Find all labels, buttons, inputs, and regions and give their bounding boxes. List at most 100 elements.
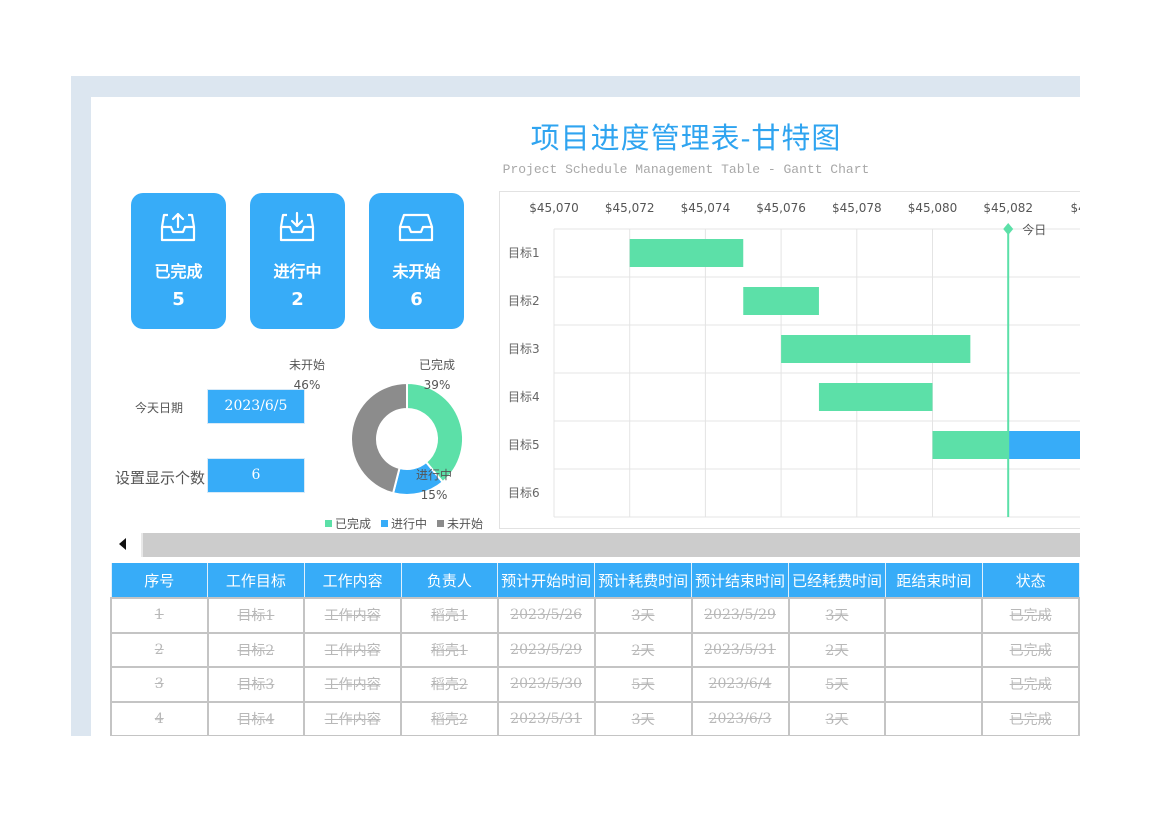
table-cell[interactable]: 目标3 — [206, 666, 306, 703]
table-cell[interactable]: 目标1 — [206, 597, 306, 634]
table-cell[interactable]: 工作内容 — [303, 597, 402, 634]
donut-legend: 已完成 进行中 未开始 — [325, 515, 483, 532]
table-cell[interactable] — [884, 631, 984, 668]
x-tick-label: $45,070 — [529, 201, 579, 215]
display-count-label: 设置显示个数 — [115, 469, 206, 487]
table-cell[interactable] — [884, 597, 984, 634]
table-cell[interactable]: 2023/5/26 — [496, 597, 596, 634]
table-cell[interactable]: 2023/6/3 — [690, 700, 790, 736]
column-header[interactable]: 状态 — [981, 563, 1080, 598]
table-row[interactable]: 4 目标4 工作内容 稻壳2 2023/5/31 3天 2023/6/3 3天 已完成 — [110, 700, 1080, 736]
table-cell[interactable]: 稻壳2 — [400, 700, 499, 736]
table-cell[interactable]: 2023/5/29 — [496, 631, 596, 668]
column-header[interactable]: 预计耗费时间 — [594, 563, 693, 598]
page-title: 项目进度管理表-甘特图 — [530, 121, 842, 155]
legend-swatch — [437, 520, 445, 527]
table-cell[interactable]: 3天 — [787, 597, 887, 634]
column-header[interactable]: 预计结束时间 — [691, 563, 789, 598]
table-cell[interactable]: 3 — [110, 666, 209, 703]
legend-label: 已完成 — [335, 517, 372, 531]
horizontal-scrollbar[interactable] — [111, 531, 1080, 559]
table-cell[interactable]: 稻壳1 — [400, 597, 499, 634]
today-label: 今日 — [1022, 222, 1046, 237]
table-cell[interactable]: 工作内容 — [303, 700, 402, 736]
kpi-card-not-started[interactable]: 未开始 6 — [369, 193, 464, 329]
gantt-bar — [781, 335, 971, 363]
legend-label: 未开始 — [447, 517, 484, 531]
table-cell[interactable] — [884, 700, 984, 736]
table-row[interactable]: 2 目标2 工作内容 稻壳1 2023/5/29 2天 2023/5/31 2天 已完成 — [110, 631, 1080, 668]
table-cell[interactable]: 工作内容 — [303, 666, 402, 703]
column-header[interactable]: 预计开始时间 — [497, 563, 596, 598]
scrollbar-track[interactable] — [141, 533, 1080, 557]
table-cell[interactable]: 已完成 — [981, 631, 1080, 668]
table-cell[interactable]: 2023/5/31 — [690, 631, 790, 668]
kpi-card-done[interactable]: 已完成 5 — [131, 193, 226, 329]
table-cell[interactable]: 3天 — [593, 700, 693, 736]
table-cell[interactable]: 稻壳1 — [400, 631, 499, 668]
kpi-label: 未开始 — [392, 262, 441, 281]
table-cell[interactable]: 已完成 — [981, 666, 1080, 703]
column-header[interactable]: 距结束时间 — [884, 563, 983, 598]
legend-item-not-started: 未开始 — [437, 515, 483, 532]
kpi-card-in-progress[interactable]: 进行中 2 — [250, 193, 345, 329]
column-header[interactable]: 工作内容 — [303, 563, 402, 598]
gantt-bar — [818, 383, 933, 411]
table-cell[interactable]: 2023/5/30 — [496, 666, 596, 703]
table-row[interactable]: 1 目标1 工作内容 稻壳1 2023/5/26 3天 2023/5/29 3天 已完成 — [110, 597, 1080, 634]
display-count-field[interactable]: 6 — [207, 458, 305, 493]
table-row[interactable]: 3 目标3 工作内容 稻壳2 2023/5/30 5天 2023/6/4 5天 已完成 — [110, 666, 1080, 703]
table-cell[interactable]: 目标2 — [206, 631, 306, 668]
status-donut-chart: 已完成 39% 进行中 15% 未开始 46% — [289, 352, 496, 532]
pie-label-name: 进行中 — [416, 468, 453, 482]
table-cell[interactable]: 5天 — [787, 666, 887, 703]
y-category-label: 目标5 — [508, 438, 540, 452]
table-cell[interactable]: 1 — [110, 597, 209, 634]
y-category-label: 目标3 — [508, 342, 540, 356]
x-tick-label: $45,078 — [832, 201, 882, 215]
legend-item-in-progress: 进行中 — [381, 515, 427, 532]
table-cell[interactable]: 已完成 — [981, 597, 1080, 634]
table-cell[interactable]: 4 — [110, 700, 209, 736]
kpi-value: 6 — [410, 289, 423, 310]
legend-label: 进行中 — [391, 517, 428, 531]
x-tick-label: $45,074 — [681, 201, 731, 215]
gantt-bar — [932, 431, 1009, 459]
column-header[interactable]: 工作目标 — [207, 563, 305, 598]
pie-label-value: 15% — [420, 488, 448, 502]
table-cell[interactable]: 5天 — [593, 666, 693, 703]
kpi-value: 2 — [291, 289, 304, 310]
table-body: 1 目标1 工作内容 稻壳1 2023/5/26 3天 2023/5/29 3天 已完成 2 目标2… — [110, 597, 1080, 736]
table-cell[interactable]: 2023/6/4 — [690, 666, 790, 703]
x-tick-label: $45,080 — [908, 201, 958, 215]
table-cell[interactable] — [884, 666, 984, 703]
legend-item-done: 已完成 — [325, 515, 371, 532]
spreadsheet-frame: 项目进度管理表-甘特图 Project Schedule Management … — [71, 76, 1080, 736]
column-header[interactable]: 序号 — [110, 563, 209, 598]
pie-label-done: 已完成 39% — [419, 355, 455, 395]
pie-label-value: 39% — [423, 378, 451, 392]
table-cell[interactable]: 目标4 — [206, 700, 306, 736]
column-header[interactable]: 负责人 — [400, 563, 499, 598]
table-cell[interactable]: 3天 — [593, 597, 693, 634]
table-cell[interactable]: 工作内容 — [303, 631, 402, 668]
table-cell[interactable]: 2 — [110, 631, 209, 668]
dashboard-sheet: 项目进度管理表-甘特图 Project Schedule Management … — [91, 97, 1080, 736]
legend-swatch — [381, 520, 389, 527]
page-subtitle: Project Schedule Management Table - Gant… — [502, 162, 870, 177]
scroll-left-arrow-icon[interactable] — [119, 538, 126, 550]
table-cell[interactable]: 2023/5/31 — [496, 700, 596, 736]
table-cell[interactable]: 2天 — [787, 631, 887, 668]
x-tick-label: $45,072 — [605, 201, 655, 215]
table-cell[interactable]: 稻壳2 — [400, 666, 499, 703]
table-cell[interactable]: 2023/5/29 — [690, 597, 790, 634]
today-date-label: 今天日期 — [135, 401, 184, 415]
table-cell[interactable]: 已完成 — [981, 700, 1080, 736]
table-cell[interactable]: 2天 — [593, 631, 693, 668]
legend-swatch — [325, 520, 332, 527]
pie-label-not-started: 未开始 46% — [289, 355, 325, 395]
gantt-bar — [1008, 431, 1080, 459]
x-tick-label: $45,082 — [983, 201, 1033, 215]
table-cell[interactable]: 3天 — [787, 700, 887, 736]
column-header[interactable]: 已经耗费时间 — [788, 563, 886, 598]
